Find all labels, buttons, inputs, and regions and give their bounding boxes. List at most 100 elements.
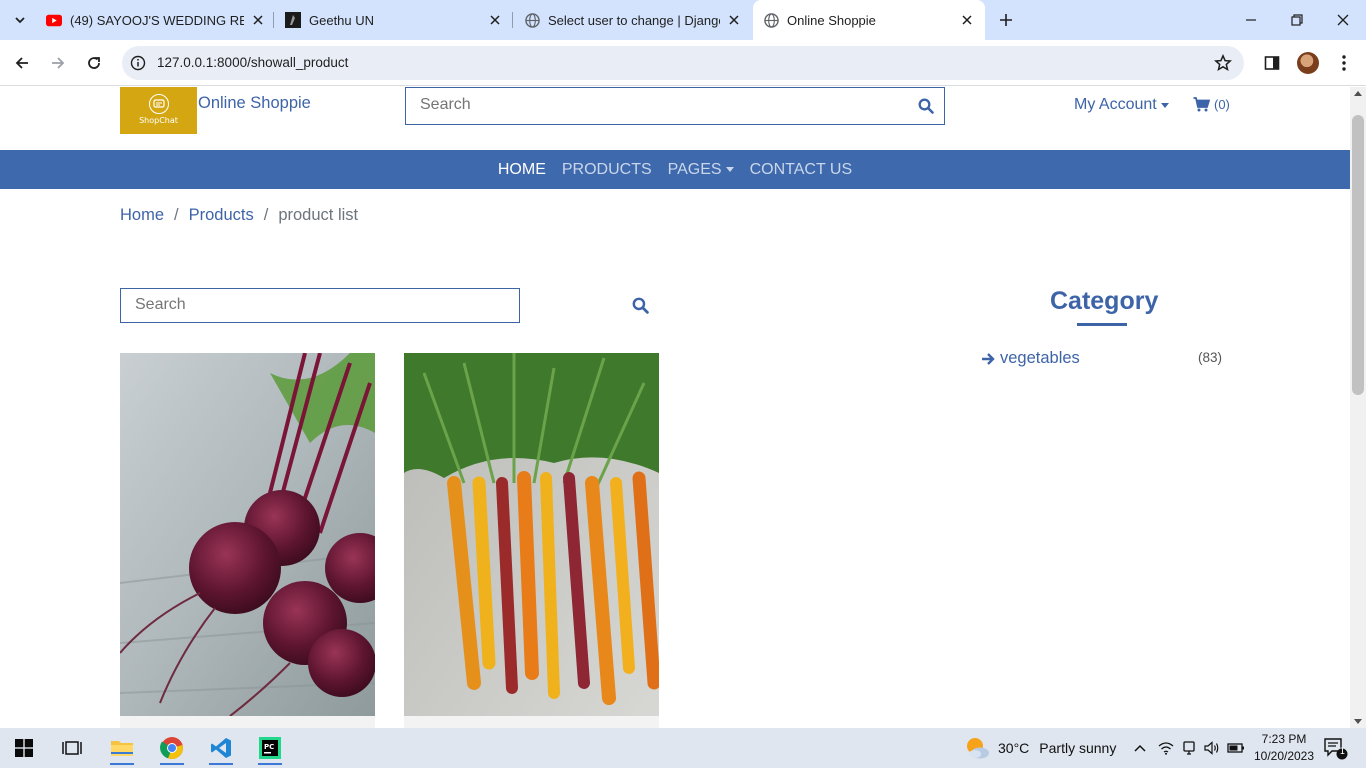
profile-button[interactable] [1295,50,1321,76]
site-name[interactable]: Online Shoppie [198,94,311,113]
product-card[interactable] [120,353,375,716]
product-card-footer [404,716,659,728]
tab-django[interactable]: Select user to change | Django [524,6,742,34]
cart-link[interactable]: (0) [1193,97,1230,112]
scrollbar-thumb[interactable] [1352,115,1364,395]
minimize-icon [1246,19,1256,21]
url-text[interactable]: 127.0.0.1:8000/showall_product [157,55,348,70]
globe-icon [524,12,540,28]
restore-icon [1291,14,1303,26]
weather-temperature: 30°C [998,740,1030,756]
taskbar-chrome[interactable] [152,732,192,765]
main-navbar: HOME PRODUCTS PAGES CONTACT US [0,150,1350,189]
breadcrumb: Home / Products / product list [120,206,358,225]
tab-youtube[interactable]: (49) SAYOOJ'S WEDDING RECE [46,6,266,34]
weather-description: Partly sunny [1039,740,1117,756]
battery-icon [1227,743,1244,753]
close-icon [1337,14,1349,26]
browser-menu-button[interactable] [1331,50,1357,76]
tab-title: (49) SAYOOJ'S WEDDING RECE [70,12,244,28]
taskbar-file-explorer[interactable] [102,732,142,765]
task-view-icon [62,741,82,755]
product-card[interactable] [404,353,659,716]
avatar [1297,52,1319,74]
shopping-cart-icon [1193,97,1210,112]
battery-status[interactable] [1226,738,1246,758]
device-icon [1183,741,1195,755]
side-panel-button[interactable] [1259,50,1285,76]
svg-text:PC: PC [264,743,274,751]
arrow-right-icon [982,352,995,365]
close-tab-icon[interactable] [250,12,266,28]
category-count: (83) [1198,350,1223,365]
header-search [405,87,945,125]
nav-contact-us[interactable]: CONTACT US [750,161,853,179]
back-button[interactable] [9,50,35,76]
category-title: Category [1050,287,1159,315]
scroll-down-arrow[interactable] [1354,719,1362,724]
start-button[interactable] [4,732,44,764]
category-title-underline [1077,323,1127,326]
logo-text: ShopChat [139,116,178,125]
tab-search-button[interactable] [8,8,32,32]
system-clock[interactable]: 7:23 PM 10/20/2023 [1248,731,1320,765]
logo-chat-icon [148,94,169,114]
reload-button[interactable] [81,50,107,76]
product-card-footer [120,716,375,728]
product-search [120,288,520,323]
weather-widget[interactable]: 30°C Partly sunny [964,736,1116,760]
info-icon[interactable] [130,55,146,71]
breadcrumb-separator: / [174,206,179,224]
show-hidden-icons-button[interactable] [1130,738,1150,758]
nav-products[interactable]: PRODUCTS [562,161,652,179]
address-bar[interactable]: 127.0.0.1:8000/showall_product [122,46,1244,80]
scroll-up-arrow[interactable] [1354,91,1362,96]
forward-button[interactable] [45,50,71,76]
breadcrumb-products[interactable]: Products [189,206,254,225]
search-icon[interactable] [918,98,934,114]
category-link-vegetables[interactable]: vegetables [981,349,1080,368]
carrot-image [404,353,659,716]
restore-button[interactable] [1274,0,1320,40]
category-label: vegetables [1000,349,1080,367]
network-status[interactable] [1156,738,1176,758]
tab-title: Select user to change | Django [548,12,720,28]
site-logo[interactable]: ShopChat [120,87,197,134]
minimize-button[interactable] [1228,0,1274,40]
speaker-icon [1204,741,1219,755]
device-status[interactable] [1179,738,1199,758]
breadcrumb-current: product list [278,206,359,224]
close-tab-icon[interactable] [726,12,742,28]
taskbar-pycharm[interactable]: PC [250,732,290,765]
notification-center-button[interactable]: 1 [1322,736,1348,760]
tab-github[interactable]: Geethu UN [285,6,503,34]
my-account-dropdown[interactable]: My Account [1074,96,1169,114]
vscode-icon [211,738,231,758]
close-tab-icon[interactable] [959,12,975,28]
task-view-button[interactable] [52,732,92,764]
folder-icon [111,741,133,756]
tab-online-shoppie[interactable]: Online Shoppie [753,0,985,40]
bookmark-star-icon[interactable] [1214,54,1232,72]
page-viewport: ShopChat Online Shoppie My Account (0) H… [0,87,1350,728]
beetroot-image [120,353,375,716]
nav-pages-dropdown[interactable]: PAGES [668,161,734,179]
volume-control[interactable] [1202,738,1222,758]
page-scrollbar[interactable] [1350,87,1366,728]
breadcrumb-home[interactable]: Home [120,206,164,225]
nav-home[interactable]: HOME [498,161,546,179]
arrow-left-icon [15,57,28,69]
clock-date: 10/20/2023 [1253,749,1315,763]
product-search-input[interactable] [135,296,505,314]
chrome-icon [160,737,183,760]
close-tab-icon[interactable] [487,12,503,28]
taskbar-vscode[interactable] [201,732,241,765]
windows-taskbar: PC 30°C Partly sunny 7:23 PM 10/20/2023 … [0,728,1366,768]
close-window-button[interactable] [1320,0,1366,40]
search-icon[interactable] [632,297,649,314]
new-tab-button[interactable] [994,8,1018,32]
nav-pages-label: PAGES [667,160,722,178]
notification-count: 1 [1339,747,1346,757]
caret-down-icon [1160,102,1169,108]
header-search-input[interactable] [420,96,900,114]
